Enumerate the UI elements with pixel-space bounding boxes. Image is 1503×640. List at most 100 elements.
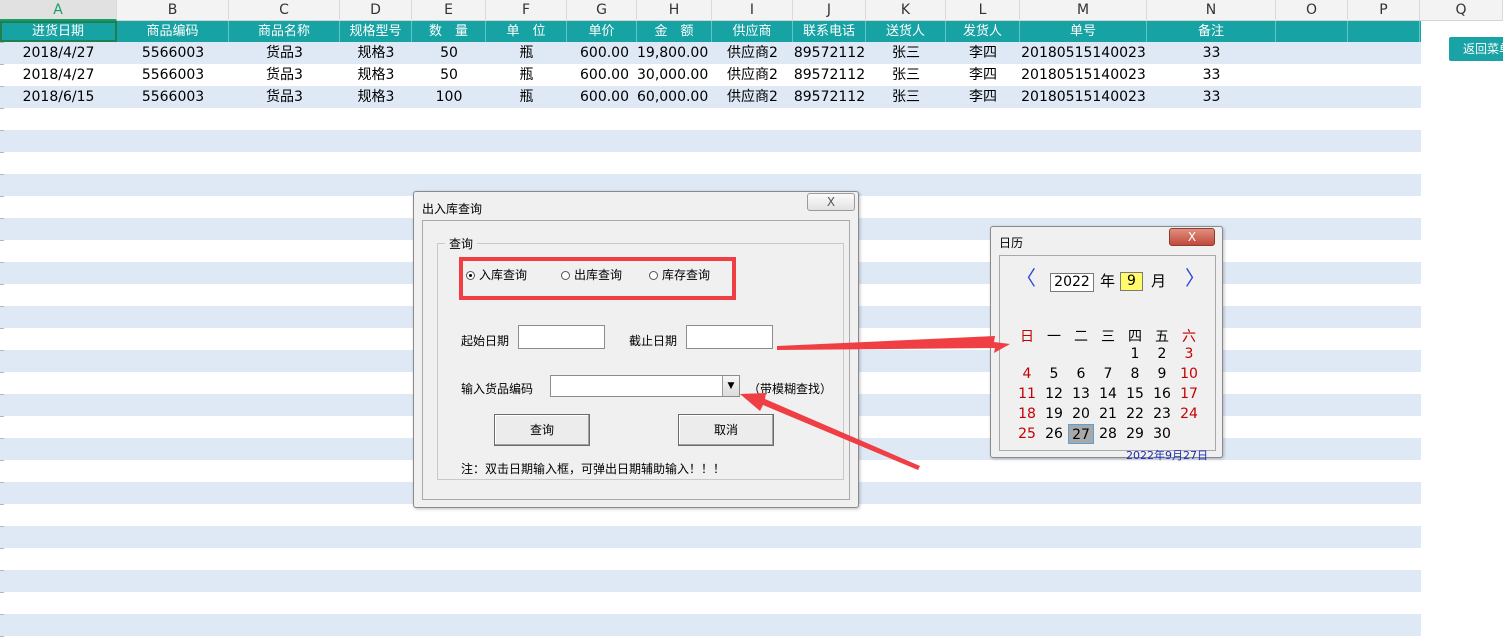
cell-unit[interactable]: 瓶 xyxy=(486,86,567,108)
cell-sender[interactable]: 李四 xyxy=(946,64,1020,86)
product-code-combo[interactable]: ▼ xyxy=(550,375,740,397)
column-letter-k[interactable]: K xyxy=(866,0,946,21)
cell-remark[interactable]: 33 xyxy=(1147,86,1276,108)
calendar-day[interactable]: 23 xyxy=(1149,404,1175,424)
cell-qty[interactable]: 50 xyxy=(412,64,486,86)
calendar-day[interactable]: 2 xyxy=(1149,344,1175,364)
cell-amount[interactable]: 60,000.00 xyxy=(637,86,712,108)
calendar-month-field[interactable]: 9 xyxy=(1120,272,1143,291)
cell-supplier[interactable]: 供应商2 xyxy=(712,42,793,64)
cell-date[interactable]: 2018/6/15 xyxy=(0,86,117,108)
calendar-day[interactable]: 5 xyxy=(1041,364,1067,384)
column-letter-l[interactable]: L xyxy=(946,0,1020,21)
dialog-close-button[interactable]: X xyxy=(807,193,855,211)
start-date-input[interactable] xyxy=(518,325,605,349)
cell-phone[interactable]: 89572112 xyxy=(793,42,866,64)
header-cell-amount[interactable]: 金 额 xyxy=(637,21,712,42)
cell-unit[interactable]: 瓶 xyxy=(486,64,567,86)
cell-price[interactable]: 600.00 xyxy=(567,86,637,108)
cell-spec[interactable]: 规格3 xyxy=(340,42,412,64)
calendar-year-field[interactable]: 2022 xyxy=(1050,273,1094,292)
calendar-day[interactable]: 27 xyxy=(1068,424,1094,444)
cell-sender[interactable]: 李四 xyxy=(946,86,1020,108)
column-letter-h[interactable]: H xyxy=(637,0,712,21)
calendar-day[interactable]: 10 xyxy=(1176,364,1202,384)
cell-phone[interactable]: 89572112 xyxy=(793,86,866,108)
cell-deliverer[interactable]: 张三 xyxy=(866,86,946,108)
cell-phone[interactable]: 89572112 xyxy=(793,64,866,86)
calendar-day[interactable]: 9 xyxy=(1149,364,1175,384)
cell-spec[interactable]: 规格3 xyxy=(340,64,412,86)
calendar-day[interactable]: 4 xyxy=(1014,364,1040,384)
cell-deliverer[interactable]: 张三 xyxy=(866,64,946,86)
cell-deliverer[interactable]: 张三 xyxy=(866,42,946,64)
calendar-close-button[interactable]: X xyxy=(1169,228,1215,246)
header-cell-deliverer[interactable]: 送货人 xyxy=(866,21,946,42)
cell-price[interactable]: 600.00 xyxy=(567,42,637,64)
calendar-day[interactable]: 16 xyxy=(1149,384,1175,404)
cell-supplier[interactable]: 供应商2 xyxy=(712,86,793,108)
header-cell-empty[interactable] xyxy=(1276,21,1348,42)
calendar-today-text[interactable]: 2022年9月27日 xyxy=(1126,447,1208,463)
header-cell-name[interactable]: 商品名称 xyxy=(229,21,340,42)
radio-inbound-query[interactable]: 入库查询 xyxy=(466,266,527,283)
cell-amount[interactable]: 19,800.00 xyxy=(637,42,712,64)
calendar-day[interactable]: 18 xyxy=(1014,404,1040,424)
calendar-day[interactable]: 30 xyxy=(1149,424,1175,444)
cell-name[interactable]: 货品3 xyxy=(229,42,340,64)
column-letter-p[interactable]: P xyxy=(1348,0,1420,21)
cell-remark[interactable]: 33 xyxy=(1147,64,1276,86)
column-letter-g[interactable]: G xyxy=(567,0,637,21)
calendar-day[interactable]: 13 xyxy=(1068,384,1094,404)
calendar-day[interactable]: 12 xyxy=(1041,384,1067,404)
calendar-day[interactable]: 25 xyxy=(1014,424,1040,444)
next-month-icon[interactable]: 〉 xyxy=(1185,268,1205,288)
query-button[interactable]: 查询 xyxy=(494,414,590,446)
header-cell-remark[interactable]: 备注 xyxy=(1147,21,1276,42)
cell-amount[interactable]: 30,000.00 xyxy=(637,64,712,86)
header-cell-supplier[interactable]: 供应商 xyxy=(712,21,793,42)
calendar-day[interactable]: 3 xyxy=(1176,344,1202,364)
table-row[interactable]: 2018/4/27 5566003 货品3 规格3 50 瓶 600.00 19,800.00… xyxy=(0,42,1421,64)
radio-stock-query[interactable]: 库存查询 xyxy=(649,266,710,283)
column-letter-m[interactable]: M xyxy=(1020,0,1147,21)
cell-sender[interactable]: 李四 xyxy=(946,42,1020,64)
column-letter-d[interactable]: D xyxy=(340,0,412,21)
column-letter-n[interactable]: N xyxy=(1147,0,1276,21)
calendar-day[interactable]: 6 xyxy=(1068,364,1094,384)
table-row[interactable]: 2018/6/15 5566003 货品3 规格3 100 瓶 600.00 60,000.0… xyxy=(0,86,1421,108)
header-cell-code[interactable]: 商品编码 xyxy=(117,21,229,42)
header-cell-spec[interactable]: 规格型号 xyxy=(340,21,412,42)
calendar-day[interactable]: 20 xyxy=(1068,404,1094,424)
calendar-day[interactable]: 14 xyxy=(1095,384,1121,404)
calendar-day[interactable]: 24 xyxy=(1176,404,1202,424)
column-letter-o[interactable]: O xyxy=(1276,0,1348,21)
cell-code[interactable]: 5566003 xyxy=(117,86,229,108)
cell-order-no[interactable]: 20180515140023 xyxy=(1020,86,1147,108)
cell-spec[interactable]: 规格3 xyxy=(340,86,412,108)
calendar-day[interactable]: 1 xyxy=(1122,344,1148,364)
column-letter-e[interactable]: E xyxy=(412,0,486,21)
cell-unit[interactable]: 瓶 xyxy=(486,42,567,64)
header-cell-phone[interactable]: 联系电话 xyxy=(793,21,866,42)
header-cell-sender[interactable]: 发货人 xyxy=(946,21,1020,42)
radio-outbound-query[interactable]: 出库查询 xyxy=(561,266,622,283)
column-letter-i[interactable]: I xyxy=(712,0,793,21)
cell-code[interactable]: 5566003 xyxy=(117,64,229,86)
column-letter-c[interactable]: C xyxy=(229,0,340,21)
calendar-day[interactable]: 8 xyxy=(1122,364,1148,384)
header-cell-order-no[interactable]: 单号 xyxy=(1020,21,1147,42)
dropdown-arrow-icon[interactable]: ▼ xyxy=(722,376,739,396)
calendar-day[interactable]: 26 xyxy=(1041,424,1067,444)
column-letter-b[interactable]: B xyxy=(117,0,229,21)
calendar-day[interactable]: 15 xyxy=(1122,384,1148,404)
column-letter-a[interactable]: A xyxy=(0,0,117,21)
cancel-button[interactable]: 取消 xyxy=(678,414,774,446)
cell-name[interactable]: 货品3 xyxy=(229,86,340,108)
header-cell-unit[interactable]: 单 位 xyxy=(486,21,567,42)
calendar-day[interactable]: 29 xyxy=(1122,424,1148,444)
calendar-day[interactable]: 21 xyxy=(1095,404,1121,424)
prev-month-icon[interactable]: 〈 xyxy=(1016,268,1036,288)
cell-qty[interactable]: 100 xyxy=(412,86,486,108)
header-cell-date[interactable]: 进货日期 xyxy=(0,21,117,42)
